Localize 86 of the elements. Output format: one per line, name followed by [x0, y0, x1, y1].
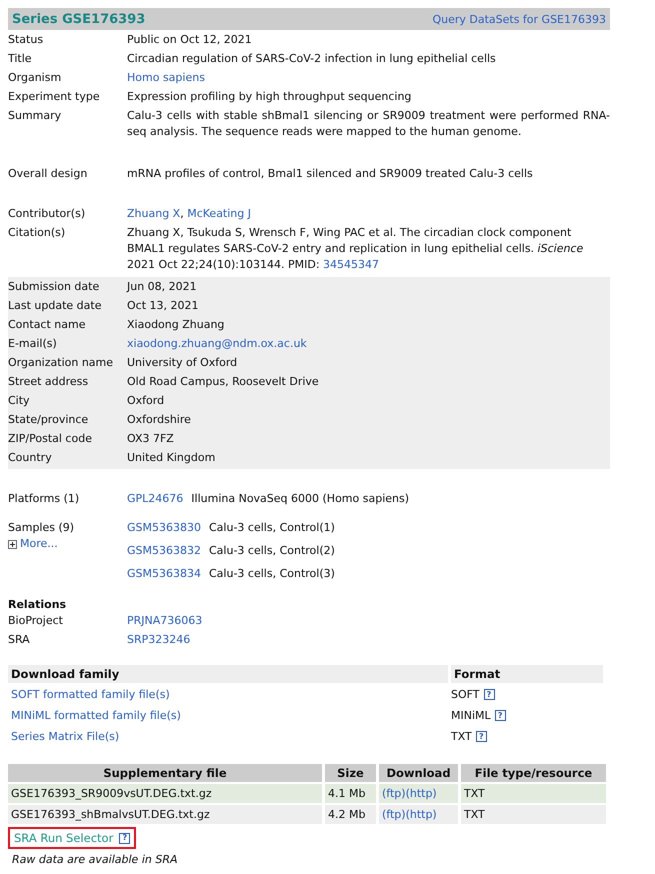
field-label: Platforms (1)	[8, 491, 80, 507]
family-file-link[interactable]: Series Matrix File(s)	[11, 730, 120, 743]
query-datasets-link[interactable]: Query DataSets for GSE176393	[432, 12, 606, 26]
series-title: Series GSE176393	[12, 12, 146, 26]
expand-icon[interactable]	[8, 540, 17, 548]
field-value: United Kingdom	[127, 450, 216, 466]
column-header: Download	[379, 764, 458, 782]
link[interactable]: McKeating J	[187, 207, 251, 220]
field-label: Experiment type	[8, 89, 101, 105]
format-label: MINiML	[451, 709, 491, 722]
column-header: Format	[451, 665, 603, 683]
ftp-link[interactable]: (ftp)	[382, 787, 406, 800]
field-value: Oct 13, 2021	[127, 298, 200, 314]
field-value: Circadian regulation of SARS-CoV-2 infection in lung epithelial cells	[127, 51, 497, 67]
column-header: Download family	[8, 665, 448, 683]
field-value: University of Oxford	[127, 355, 238, 371]
field-value: OX3 7FZ	[127, 431, 175, 447]
column-header: Size	[325, 764, 376, 782]
table-cell: TXT	[461, 805, 606, 824]
help-button[interactable]: ?	[476, 731, 487, 742]
field-label: Country	[8, 450, 53, 466]
link[interactable]: xiaodong.zhuang@ndm.ox.ac.uk	[127, 337, 307, 350]
field-value: Jun 08, 2021	[127, 279, 198, 295]
field-value: mRNA profiles of control, Bmal1 silenced and SR9009 treated Calu-3 cells	[127, 166, 534, 182]
sample-link[interactable]: GSM5363832	[127, 543, 201, 559]
platform-description: Illumina NovaSeq 6000 (Homo sapiens)	[191, 491, 410, 507]
ftp-link[interactable]: (ftp)	[382, 808, 406, 821]
table-cell: 4.2 Mb	[325, 805, 376, 824]
sample-description: Calu-3 cells, Control(1)	[209, 520, 335, 536]
field-label: ZIP/Postal code	[8, 431, 93, 447]
sample-link[interactable]: GSM5363830	[127, 520, 201, 536]
relation-link[interactable]: PRJNA736063	[127, 614, 202, 627]
field-value: Public on Oct 12, 2021	[127, 32, 253, 48]
http-link[interactable]: (http)	[406, 787, 437, 800]
format-label: TXT	[451, 730, 472, 743]
field-label: Street address	[8, 374, 90, 390]
field-label: City	[8, 393, 31, 409]
field-value: Calu-3 cells with stable shBmal1 silencing or SR9009 treatment were performed RNA-seq analysis. The sequence reads were mapped to the human genome.	[127, 108, 610, 140]
help-button[interactable]: ?	[484, 689, 494, 700]
field-label: Organization name	[8, 355, 114, 371]
field-label: Submission date	[8, 279, 100, 295]
table-cell: TXT	[461, 784, 606, 803]
help-button[interactable]: ?	[494, 710, 506, 721]
field-label: E-mail(s)	[8, 336, 58, 352]
relation-link[interactable]: SRP323246	[127, 633, 190, 646]
field-label: Status	[8, 32, 44, 48]
field-value: Old Road Campus, Roosevelt Drive	[127, 374, 320, 390]
field-label: Last update date	[8, 298, 102, 314]
field-value: Zhuang X, Tsukuda S, Wrensch F, Wing PAC et al. The circadian clock component BMAL1 regulates SARS-CoV-2 entry and replication in lung epithelial cells. iScience 2021 Oct 22;24(10):103144. PMID: 34545347	[127, 225, 584, 273]
platform-link[interactable]: GPL24676	[127, 491, 184, 507]
table-cell: GSE176393_shBmalvsUT.DEG.txt.gz	[8, 805, 322, 824]
field-label: Summary	[8, 108, 62, 124]
field-label: Samples (9)	[8, 520, 76, 536]
field-value: Expression profiling by high throughput sequencing	[127, 89, 412, 105]
link[interactable]: 34545347	[323, 258, 380, 271]
family-file-link[interactable]: MINiML formatted family file(s)	[11, 709, 181, 722]
table-cell: 4.1 Mb	[325, 784, 376, 803]
family-file-link[interactable]: SOFT formatted family file(s)	[11, 688, 170, 701]
field-label: Contributor(s)	[8, 206, 86, 222]
field-value: Oxfordshire	[127, 412, 192, 428]
raw-data-note: Raw data are available in SRA	[11, 853, 178, 866]
field-value: Xiaodong Zhuang	[127, 317, 226, 333]
column-header: File type/resource	[461, 764, 606, 782]
field-label: Overall design	[8, 166, 88, 182]
field-label: State/province	[8, 412, 90, 428]
field-label: SRA	[8, 632, 31, 648]
field-label: Organism	[8, 70, 62, 86]
format-label: SOFT	[451, 688, 480, 701]
field-label: Title	[8, 51, 33, 67]
field-value: Oxford	[127, 393, 166, 409]
section-title: Relations	[8, 598, 68, 611]
field-value: Zhuang X, McKeating J	[127, 206, 252, 222]
sample-link[interactable]: GSM5363834	[127, 566, 201, 582]
table-cell: GSE176393_SR9009vsUT.DEG.txt.gz	[8, 784, 322, 803]
http-link[interactable]: (http)	[406, 808, 437, 821]
field-label: Citation(s)	[8, 225, 66, 241]
link[interactable]: Homo sapiens	[127, 71, 205, 84]
more-link[interactable]: More...	[8, 536, 127, 552]
help-button[interactable]: ?	[119, 832, 130, 844]
sample-description: Calu-3 cells, Control(2)	[209, 543, 335, 559]
column-header: Supplementary file	[8, 764, 322, 782]
field-label: BioProject	[8, 613, 64, 629]
link[interactable]: Zhuang X	[127, 207, 180, 220]
sra-run-selector-link[interactable]: SRA Run Selector ?	[8, 827, 136, 849]
sample-description: Calu-3 cells, Control(3)	[209, 566, 335, 582]
field-label: Contact name	[8, 317, 86, 333]
